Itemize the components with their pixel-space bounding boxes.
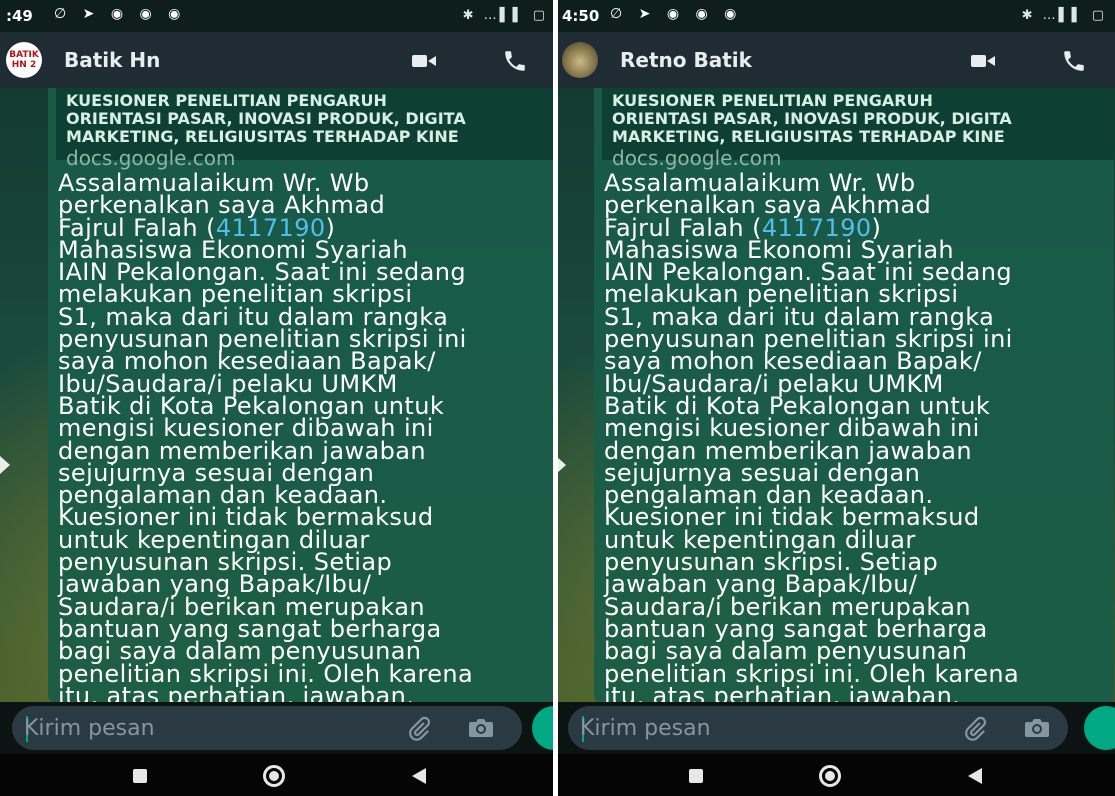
back-icon[interactable] <box>968 768 982 784</box>
avatar[interactable]: BATIK HN 2 <box>6 42 42 78</box>
composer-bar <box>0 702 556 754</box>
message-bubble[interactable]: KUESIONER PENELITIAN PENGARUH ORIENTASI … <box>594 88 1114 702</box>
back-icon[interactable] <box>412 768 426 784</box>
chat-screen-left: :49 ∅ ➤ ◉ ◉ ◉ ✱ …▌▌ ▢ BATIK HN 2 Batik H… <box>0 0 556 796</box>
message-text: Assalamualaikum Wr. Wb perkenalkan saya … <box>604 171 1114 702</box>
phone-call-icon[interactable] <box>1061 48 1087 74</box>
status-bar: :49 ∅ ➤ ◉ ◉ ◉ ✱ …▌▌ ▢ <box>0 0 556 32</box>
status-bar: 4:50 ∅ ➤ ◉ ◉ ◉ ✱ …▌▌ ▢ <box>556 0 1115 32</box>
video-call-icon[interactable] <box>971 53 995 69</box>
message-input-container[interactable] <box>12 706 522 750</box>
camera-icon[interactable] <box>468 717 494 739</box>
chat-header[interactable]: BATIK HN 2 Batik Hn <box>0 32 556 88</box>
notification-icons: ∅ ➤ ◉ ◉ ◉ <box>54 6 187 22</box>
video-call-icon[interactable] <box>412 53 436 69</box>
message-text-part: ) Mahasiswa Ekonomi Syariah IAIN Pekalon… <box>58 213 474 702</box>
signal-battery-icons: ✱ …▌▌ ▢ <box>1021 8 1107 23</box>
recent-apps-icon[interactable] <box>689 769 703 783</box>
chat-header[interactable]: Retno Batik <box>556 32 1115 88</box>
avatar-logo-text: BATIK HN 2 <box>9 50 39 70</box>
link-preview[interactable]: KUESIONER PENELITIAN PENGARUH ORIENTASI … <box>602 88 1114 170</box>
contact-name[interactable]: Batik Hn <box>64 48 160 72</box>
status-time: 4:50 <box>562 7 600 25</box>
phone-call-icon[interactable] <box>502 48 528 74</box>
notification-icons: ∅ ➤ ◉ ◉ ◉ <box>610 6 743 22</box>
home-icon[interactable] <box>263 765 285 787</box>
signal-battery-icons: ✱ …▌▌ ▢ <box>462 8 548 23</box>
message-text: Assalamualaikum Wr. Wb perkenalkan saya … <box>58 171 556 702</box>
chat-screen-right: 4:50 ∅ ➤ ◉ ◉ ◉ ✱ …▌▌ ▢ Retno Batik KUESI… <box>556 0 1115 796</box>
link-preview-title: KUESIONER PENELITIAN PENGARUH ORIENTASI … <box>66 91 466 146</box>
panel-divider <box>553 0 558 796</box>
message-input-container[interactable] <box>568 706 1068 750</box>
message-input[interactable] <box>24 712 404 744</box>
status-time: :49 <box>6 7 33 25</box>
link-preview[interactable]: KUESIONER PENELITIAN PENGARUH ORIENTASI … <box>56 88 556 170</box>
message-input[interactable] <box>580 712 960 744</box>
android-nav-bar <box>556 754 1115 796</box>
avatar[interactable] <box>562 42 598 78</box>
attach-icon[interactable] <box>406 716 432 742</box>
contact-name[interactable]: Retno Batik <box>620 48 752 72</box>
home-icon[interactable] <box>819 765 841 787</box>
android-nav-bar <box>0 754 556 796</box>
message-bubble[interactable]: KUESIONER PENELITIAN PENGARUH ORIENTASI … <box>48 88 556 702</box>
side-arrow-icon[interactable] <box>0 456 10 474</box>
message-text-part: ) Mahasiswa Ekonomi Syariah IAIN Pekalon… <box>604 213 1020 702</box>
link-preview-title: KUESIONER PENELITIAN PENGARUH ORIENTASI … <box>612 91 1012 146</box>
recent-apps-icon[interactable] <box>133 769 147 783</box>
camera-icon[interactable] <box>1024 717 1050 739</box>
mic-icon[interactable] <box>1084 706 1115 750</box>
composer-bar <box>556 702 1115 754</box>
attach-icon[interactable] <box>962 716 988 742</box>
link-preview-domain: docs.google.com <box>612 146 782 170</box>
link-preview-domain: docs.google.com <box>66 146 236 170</box>
